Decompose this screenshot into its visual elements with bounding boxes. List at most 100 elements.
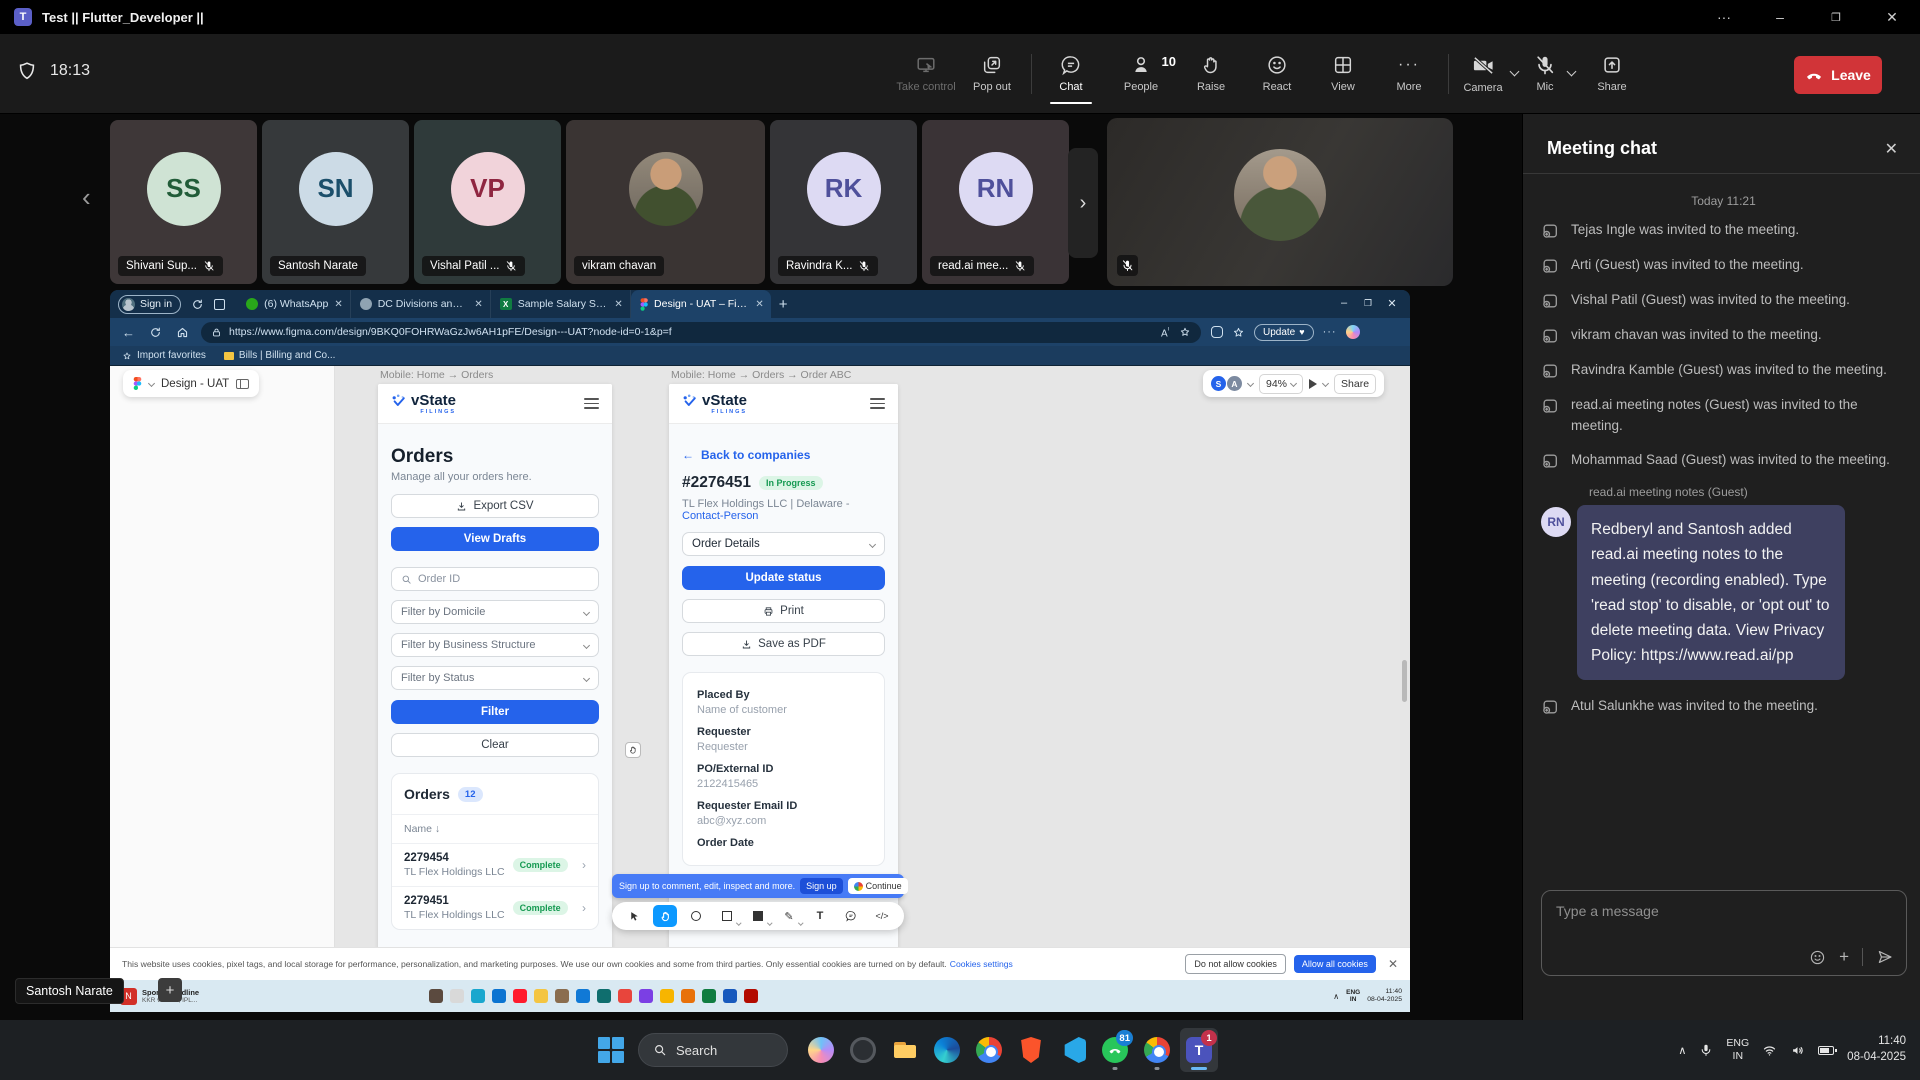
close-icon[interactable]: ✕ — [1864, 9, 1920, 26]
battery-icon[interactable] — [1818, 1046, 1834, 1055]
send-icon[interactable] — [1876, 948, 1894, 966]
export-csv-button[interactable]: Export CSV — [391, 494, 599, 518]
shared-app-icon[interactable] — [597, 989, 611, 1003]
taskbar-app-phone-link[interactable] — [844, 1028, 882, 1072]
read-aloud-icon[interactable]: Aᵎ — [1161, 324, 1169, 339]
speaker-icon[interactable] — [1790, 1043, 1805, 1058]
tab-close-icon[interactable]: ✕ — [334, 299, 342, 310]
deny-cookies-button[interactable]: Do not allow cookies — [1185, 954, 1286, 974]
tab-close-icon[interactable]: ✕ — [474, 299, 482, 310]
taskbar-app-brave[interactable] — [1012, 1028, 1050, 1072]
browser-tab[interactable]: Design - UAT – Figma ✕ — [631, 290, 771, 318]
mic-button[interactable]: Mic — [1522, 46, 1568, 102]
doc-menu-chevron-icon[interactable] — [148, 380, 155, 387]
shared-app-icon[interactable] — [744, 989, 758, 1003]
figma-share-button[interactable]: Share — [1334, 374, 1376, 394]
titlebar-more-icon[interactable]: ··· — [1696, 9, 1752, 25]
tiles-prev-chevron-icon[interactable]: ‹ — [82, 182, 91, 213]
shared-app-icon[interactable] — [681, 989, 695, 1003]
tab-close-icon[interactable]: ✕ — [755, 299, 763, 310]
participant-tile[interactable]: SN Santosh Narate — [262, 120, 409, 284]
browser-tab[interactable]: X Sample Salary Structure with calc ✕ — [491, 290, 631, 318]
refresh-icon[interactable] — [149, 326, 162, 339]
chat-button[interactable]: Chat — [1038, 46, 1104, 102]
shared-app-icon[interactable] — [429, 989, 443, 1003]
move-tool-icon[interactable] — [622, 905, 646, 927]
browser-tab[interactable]: DC Divisions and Surroundings ✕ — [351, 290, 491, 318]
participant-tile[interactable]: RN read.ai mee... — [922, 120, 1069, 284]
mic-options-chevron-icon[interactable] — [1567, 67, 1577, 77]
frame-tool-icon[interactable] — [715, 905, 739, 927]
self-preview-tile[interactable] — [1107, 118, 1453, 286]
column-header-name[interactable]: Name ↓ — [392, 814, 598, 843]
shared-app-icon[interactable] — [639, 989, 653, 1003]
order-id-search[interactable]: Order ID — [391, 567, 599, 591]
address-bar[interactable]: https://www.figma.com/design/9BKQ0FOHRWa… — [201, 322, 1201, 343]
taskbar-app-chrome-profile[interactable] — [1138, 1028, 1176, 1072]
shared-app-icon[interactable] — [702, 989, 716, 1003]
extensions-icon[interactable] — [1211, 326, 1223, 338]
taskbar-app-edge[interactable] — [928, 1028, 966, 1072]
chat-input[interactable] — [1542, 891, 1906, 937]
browser-menu-icon[interactable]: ··· — [1323, 326, 1337, 338]
order-details-select[interactable]: Order Details — [682, 532, 885, 556]
raise-hand-button[interactable]: Raise — [1178, 46, 1244, 102]
update-status-button[interactable]: Update status — [682, 566, 885, 590]
view-drafts-button[interactable]: View Drafts — [391, 527, 599, 551]
zoom-select[interactable]: 94% — [1259, 374, 1303, 394]
back-icon[interactable]: ← — [122, 325, 135, 340]
shared-app-icon[interactable] — [723, 989, 737, 1003]
frame-label[interactable]: Mobile: Home → Orders → Order ABC — [671, 369, 898, 381]
people-button[interactable]: People 10 — [1104, 46, 1178, 102]
order-row[interactable]: 2279451TL Flex Holdings LLC Complete › — [392, 886, 598, 929]
new-tab-button[interactable]: + — [779, 296, 788, 313]
shared-language-indicator[interactable]: ENGIN — [1346, 989, 1360, 1003]
camera-button[interactable]: Camera — [1455, 46, 1511, 102]
leave-button[interactable]: Leave — [1794, 56, 1882, 94]
taskbar-app-vscode[interactable] — [1054, 1028, 1092, 1072]
pop-out-button[interactable]: Pop out — [959, 46, 1025, 102]
tiles-next-chevron-icon[interactable]: › — [1068, 148, 1098, 258]
favorites-folder-item[interactable]: Bills | Billing and Co... — [224, 350, 336, 361]
shared-app-icon[interactable] — [660, 989, 674, 1003]
taskbar-app-copilot[interactable] — [802, 1028, 840, 1072]
participant-tile[interactable]: SS Shivani Sup... — [110, 120, 257, 284]
chat-compose-box[interactable]: + — [1541, 890, 1907, 976]
shape-tool-icon[interactable] — [746, 905, 770, 927]
share-button[interactable]: Share — [1579, 46, 1645, 102]
region-tool-icon[interactable] — [684, 905, 708, 927]
workspaces-icon[interactable] — [214, 299, 225, 310]
collaborators-chevron-icon[interactable] — [1247, 380, 1254, 387]
collaborator-avatar[interactable]: S — [1211, 376, 1226, 391]
taskbar-app-file-explorer[interactable] — [886, 1028, 924, 1072]
taskbar-app-chrome[interactable] — [970, 1028, 1008, 1072]
update-button[interactable]: Update♥ — [1254, 324, 1314, 341]
shared-app-icon[interactable] — [513, 989, 527, 1003]
google-continue-button[interactable]: Continue — [848, 878, 908, 894]
browser-minimize-icon[interactable]: – — [1332, 297, 1356, 309]
shared-app-icon[interactable] — [576, 989, 590, 1003]
back-to-companies-link[interactable]: ←Back to companies — [682, 448, 885, 462]
canvas-scrollbar[interactable] — [1402, 660, 1407, 702]
participant-tile[interactable]: VP Vishal Patil ... — [414, 120, 561, 284]
figma-doc-chip[interactable]: Design - UAT — [123, 370, 259, 397]
clock[interactable]: 11:4008-04-2025 — [1847, 1034, 1906, 1065]
comment-tool-icon[interactable] — [839, 905, 863, 927]
menu-icon[interactable] — [584, 398, 599, 409]
shared-app-icon[interactable] — [618, 989, 632, 1003]
taskbar-app-teams[interactable]: T1 — [1180, 1028, 1218, 1072]
chat-close-icon[interactable]: ✕ — [1885, 139, 1898, 159]
shared-app-icon[interactable] — [534, 989, 548, 1003]
browser-tab[interactable]: (6) WhatsApp ✕ — [237, 290, 351, 318]
browser-close-icon[interactable]: ✕ — [1380, 297, 1404, 310]
presenter-add-button[interactable]: + — [158, 978, 182, 1002]
language-indicator[interactable]: ENGIN — [1726, 1037, 1749, 1063]
import-favorites-item[interactable]: Import favorites — [122, 350, 206, 361]
browser-signin-button[interactable]: Sign in — [118, 295, 181, 314]
hand-tool-icon[interactable] — [653, 905, 677, 927]
present-chevron-icon[interactable] — [1322, 380, 1329, 387]
favorites-bar-icon[interactable] — [1232, 326, 1245, 339]
layout-panel-icon[interactable] — [236, 379, 249, 389]
cookie-close-icon[interactable]: ✕ — [1388, 957, 1398, 971]
text-tool-icon[interactable]: T — [808, 905, 832, 927]
